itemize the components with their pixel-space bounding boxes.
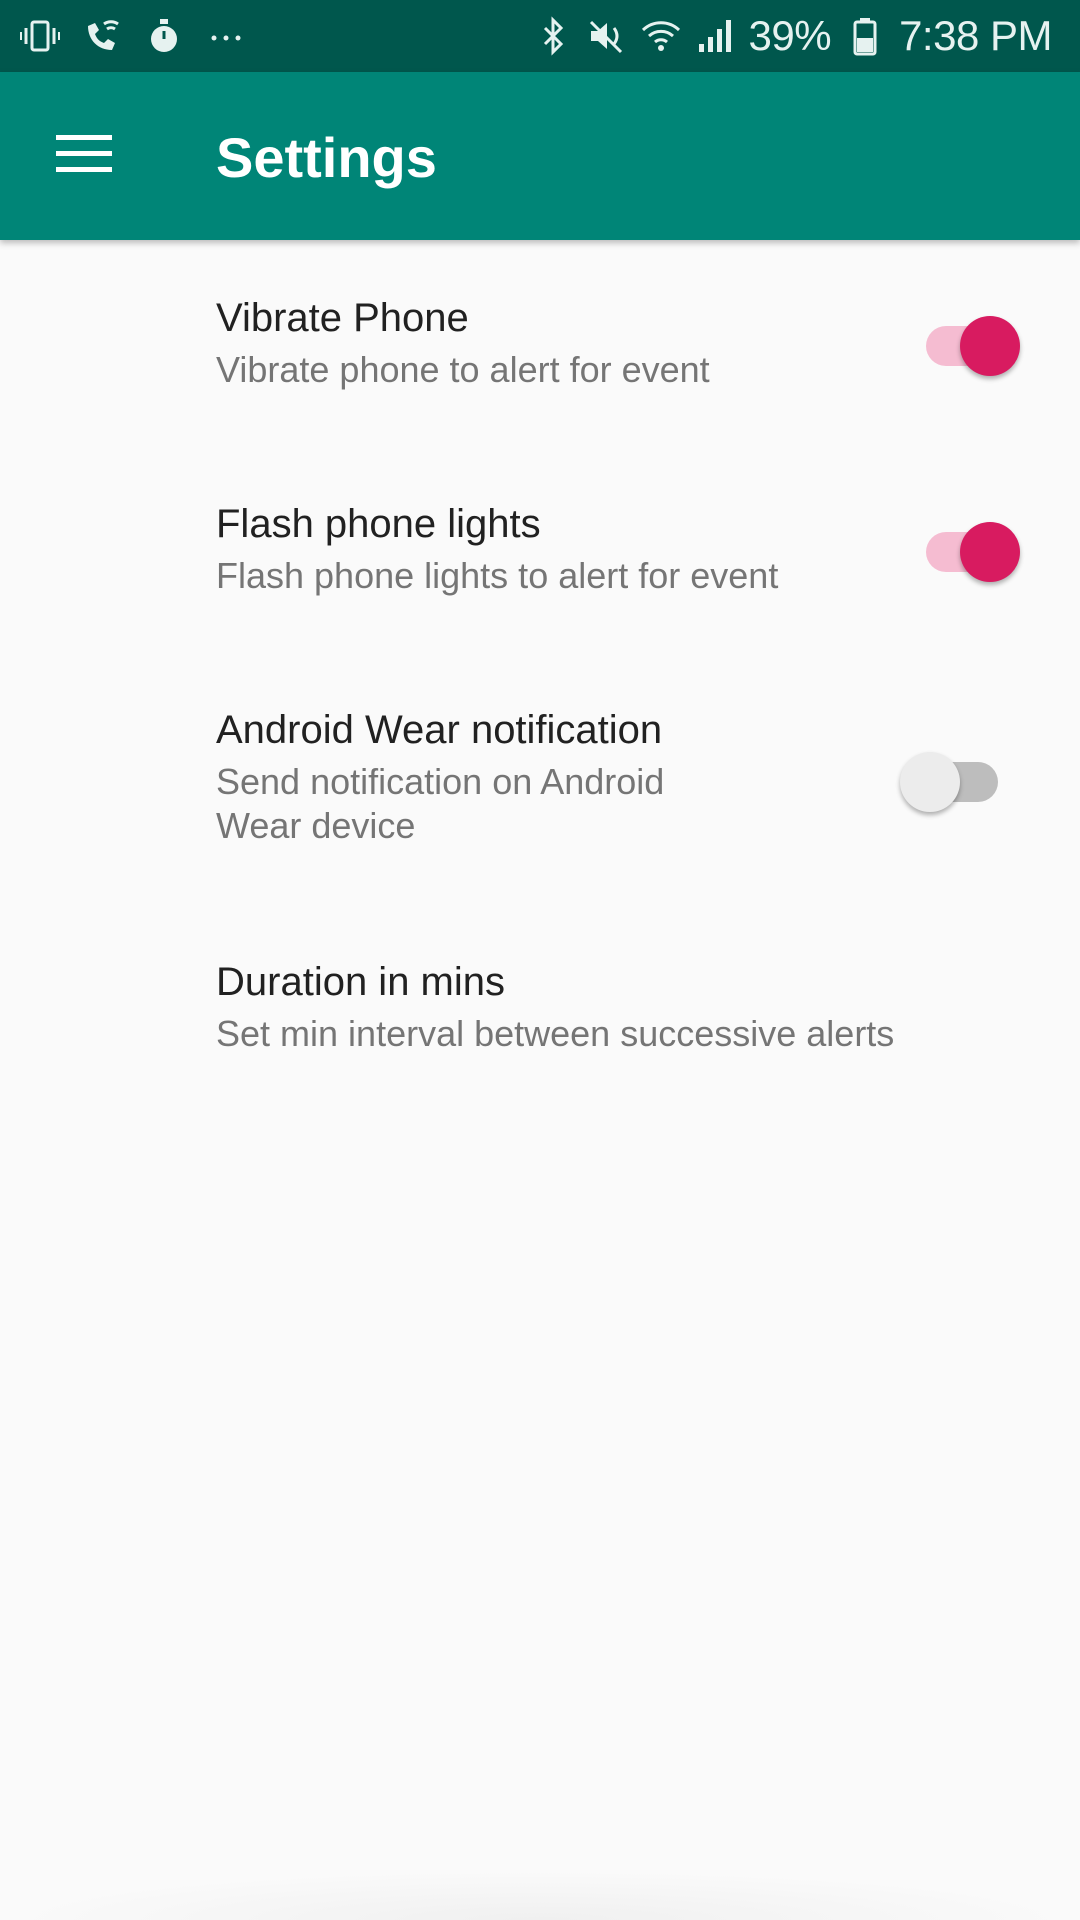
signal-icon [695, 16, 735, 56]
mute-icon [587, 16, 627, 56]
pref-title: Duration in mins [216, 960, 506, 1004]
pref-summary-line2: Wear device [216, 805, 416, 846]
menu-button[interactable] [40, 112, 128, 200]
status-bar: 39% 7:38 PM [0, 0, 1080, 72]
vibrate-phone-switch[interactable] [912, 308, 1022, 378]
wifi-calling-icon [82, 16, 122, 56]
pref-summary: Flash phone lights to alert for event [216, 555, 779, 596]
status-bar-right: 39% 7:38 PM [533, 12, 1052, 59]
clock: 7:38 PM [899, 12, 1052, 59]
pref-summary: Vibrate phone to alert for event [216, 349, 710, 390]
android-wear-notification-switch[interactable] [900, 744, 1010, 814]
page-title: Settings [216, 126, 437, 189]
bluetooth-icon [533, 16, 573, 56]
pref-duration-in-mins[interactable]: Duration in mins Set min interval betwee… [0, 904, 1080, 1104]
battery-icon [845, 16, 885, 56]
pref-summary-line1: Send notification on Android [216, 761, 665, 802]
app-bar: Settings [0, 72, 1080, 240]
pref-flash-phone-lights[interactable]: Flash phone lights Flash phone lights to… [0, 446, 1080, 646]
battery-percent: 39% [748, 12, 832, 59]
switch-thumb [960, 316, 1020, 376]
switch-thumb [960, 522, 1020, 582]
pref-title: Vibrate Phone [216, 296, 469, 340]
vibrate-icon [20, 16, 60, 56]
pref-vibrate-phone[interactable]: Vibrate Phone Vibrate phone to alert for… [0, 240, 1080, 440]
pref-android-wear-notification[interactable]: Android Wear notification Send notificat… [0, 652, 1080, 892]
wifi-icon [641, 16, 681, 56]
bottom-edge [0, 1870, 1080, 1920]
pref-title: Android Wear notification [216, 708, 663, 752]
more-notifications-icon [206, 16, 246, 56]
flash-phone-lights-switch[interactable] [912, 514, 1022, 584]
stopwatch-icon [144, 16, 184, 56]
pref-title: Flash phone lights [216, 502, 541, 546]
switch-thumb [900, 752, 960, 812]
menu-icon [56, 133, 112, 180]
pref-summary: Set min interval between successive aler… [216, 1013, 895, 1054]
status-bar-left [20, 14, 246, 58]
